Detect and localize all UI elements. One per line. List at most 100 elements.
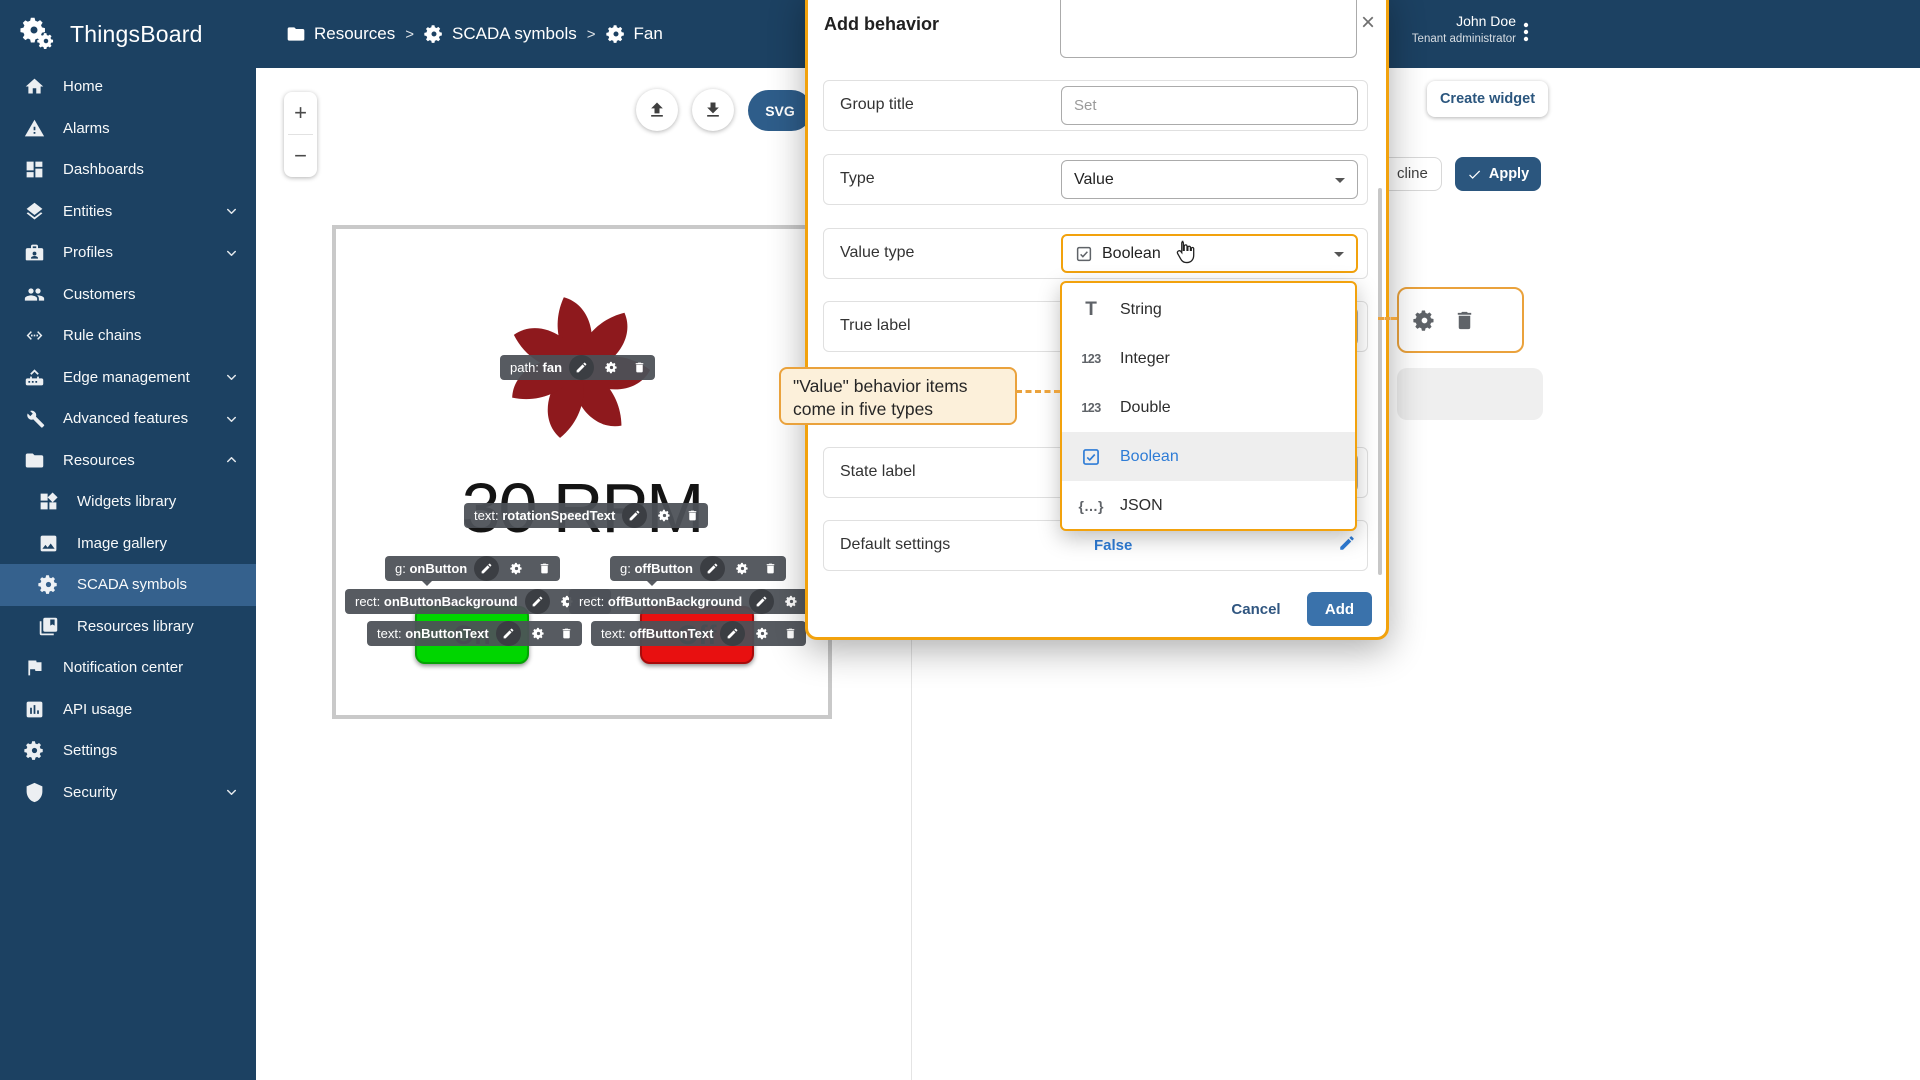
- sidebar-item-edge-management[interactable]: Edge management: [0, 357, 256, 399]
- dropdown-item-json[interactable]: {…} JSON: [1062, 481, 1355, 530]
- chevron-down-icon: [227, 209, 236, 215]
- sidebar-item-label: Image gallery: [77, 534, 168, 552]
- element-settings-button[interactable]: [654, 505, 675, 526]
- home-icon: [25, 78, 44, 94]
- dialog-scrollbar[interactable]: [1378, 188, 1382, 575]
- user-name: John Doe: [1456, 13, 1516, 29]
- edit-element-button[interactable]: [699, 556, 725, 581]
- annotation-line: come in five types: [793, 399, 934, 420]
- hand-cursor-icon: [1176, 240, 1195, 264]
- sidebar-item-customers[interactable]: Customers: [0, 274, 256, 316]
- behavior-settings-button[interactable]: [1413, 309, 1436, 332]
- create-widget-button[interactable]: Create widget: [1427, 81, 1548, 117]
- library-icon: [39, 617, 58, 635]
- value-type-select[interactable]: Boolean: [1061, 234, 1358, 273]
- delete-element-button[interactable]: [534, 558, 555, 579]
- breadcrumb-scada-symbols[interactable]: SCADA symbols: [424, 24, 577, 44]
- value-type-label: Value type: [840, 244, 915, 261]
- sidebar-item-rule-chains[interactable]: Rule chains: [0, 315, 256, 357]
- sidebar-item-profiles[interactable]: Profiles: [0, 232, 256, 274]
- apply-button[interactable]: Apply: [1455, 157, 1541, 191]
- sidebar-item-label: Alarms: [63, 119, 110, 137]
- dropdown-item-string[interactable]: T String: [1062, 285, 1355, 334]
- gear-icon: [756, 627, 769, 640]
- edit-element-button[interactable]: [474, 556, 500, 581]
- number-type-icon: 123: [1081, 400, 1101, 415]
- cancel-button[interactable]: Cancel: [1226, 595, 1286, 623]
- delete-element-button[interactable]: [780, 623, 801, 644]
- behavior-delete-button[interactable]: [1453, 309, 1476, 332]
- breadcrumb-resources[interactable]: Resources: [286, 24, 395, 44]
- sidebar-item-entities[interactable]: Entities: [0, 191, 256, 233]
- sidebar-item-home[interactable]: Home: [0, 66, 256, 108]
- delete-element-button[interactable]: [760, 558, 781, 579]
- annotation-callout: "Value" behavior items come in five type…: [779, 367, 1017, 425]
- trash-icon: [689, 510, 697, 521]
- sidebar-item-advanced-features[interactable]: Advanced features: [0, 398, 256, 440]
- add-button[interactable]: Add: [1307, 592, 1372, 626]
- element-settings-button[interactable]: [781, 591, 802, 612]
- sidebar-item-dashboards[interactable]: Dashboards: [0, 149, 256, 191]
- gear-icon: [531, 627, 544, 640]
- kebab-menu-icon[interactable]: [1514, 20, 1538, 44]
- delete-element-button[interactable]: [629, 357, 650, 378]
- chevron-down-icon: [227, 250, 236, 256]
- sidebar-item-image-gallery[interactable]: Image gallery: [0, 523, 256, 565]
- close-icon[interactable]: ×: [1356, 11, 1380, 35]
- breadcrumb-label: SCADA symbols: [452, 24, 577, 43]
- sidebar-item-settings[interactable]: Settings: [0, 730, 256, 772]
- sidebar-item-label: SCADA symbols: [77, 576, 188, 594]
- delete-element-button[interactable]: [682, 505, 703, 526]
- element-settings-button[interactable]: [506, 558, 527, 579]
- dropdown-item-integer[interactable]: 123 Integer: [1062, 334, 1355, 383]
- sidebar-item-alarms[interactable]: Alarms: [0, 108, 256, 150]
- breadcrumb-label: Resources: [314, 24, 396, 43]
- chevron-down-icon: [227, 790, 236, 796]
- trash-icon: [562, 628, 571, 639]
- sidebar-item-label: Edge management: [63, 368, 190, 386]
- zoom-in-button[interactable]: +: [284, 92, 317, 134]
- scada-symbol-editor-page: { "app": { "name": "ThingsBoard" }, "sid…: [0, 0, 1920, 1080]
- user-role: Tenant administrator: [1411, 33, 1516, 45]
- edit-default-settings-button[interactable]: [1338, 534, 1356, 552]
- edit-element-button[interactable]: [495, 621, 521, 646]
- element-settings-button[interactable]: [601, 357, 622, 378]
- pencil-icon: [707, 563, 718, 574]
- upload-button[interactable]: [636, 89, 678, 131]
- number-type-icon: 123: [1081, 351, 1101, 366]
- sidebar-item-resources[interactable]: Resources: [0, 440, 256, 482]
- app-logo[interactable]: ThingsBoard: [0, 0, 256, 68]
- element-settings-button[interactable]: [528, 623, 549, 644]
- shield-icon: [26, 782, 43, 802]
- dropdown-item-double[interactable]: 123 Double: [1062, 383, 1355, 432]
- edit-element-button[interactable]: [622, 503, 648, 528]
- sidebar-item-scada-symbols[interactable]: SCADA symbols: [0, 564, 256, 606]
- edit-element-button[interactable]: [749, 589, 775, 614]
- zoom-out-button[interactable]: −: [284, 135, 317, 177]
- delete-element-button[interactable]: [556, 623, 577, 644]
- gear-icon: [785, 595, 797, 608]
- edit-element-button[interactable]: [720, 621, 746, 646]
- dropdown-item-boolean[interactable]: Boolean: [1062, 432, 1355, 481]
- trash-icon: [540, 563, 549, 574]
- state-label-label: State label: [840, 463, 916, 480]
- svg-mode-button[interactable]: SVG: [748, 90, 812, 131]
- sidebar-item-security[interactable]: Security: [0, 772, 256, 814]
- type-select[interactable]: Value: [1061, 160, 1358, 199]
- pencil-icon: [576, 362, 587, 373]
- sidebar-item-notification-center[interactable]: Notification center: [0, 647, 256, 689]
- clipped-field-above[interactable]: [1060, 0, 1357, 58]
- element-settings-button[interactable]: [752, 623, 773, 644]
- sidebar-item-widgets-library[interactable]: Widgets library: [0, 481, 256, 523]
- edit-element-button[interactable]: [524, 589, 550, 614]
- element-settings-button[interactable]: [732, 558, 753, 579]
- edit-element-button[interactable]: [569, 355, 595, 380]
- gear-icon: [24, 741, 43, 761]
- sidebar-item-api-usage[interactable]: API usage: [0, 689, 256, 731]
- sidebar-item-resources-library[interactable]: Resources library: [0, 606, 256, 648]
- warning-icon: [24, 119, 45, 137]
- tag-label: text: offButtonText: [601, 626, 714, 641]
- breadcrumb-fan[interactable]: Fan: [605, 24, 663, 44]
- download-button[interactable]: [692, 89, 734, 131]
- group-title-input[interactable]: [1061, 86, 1358, 125]
